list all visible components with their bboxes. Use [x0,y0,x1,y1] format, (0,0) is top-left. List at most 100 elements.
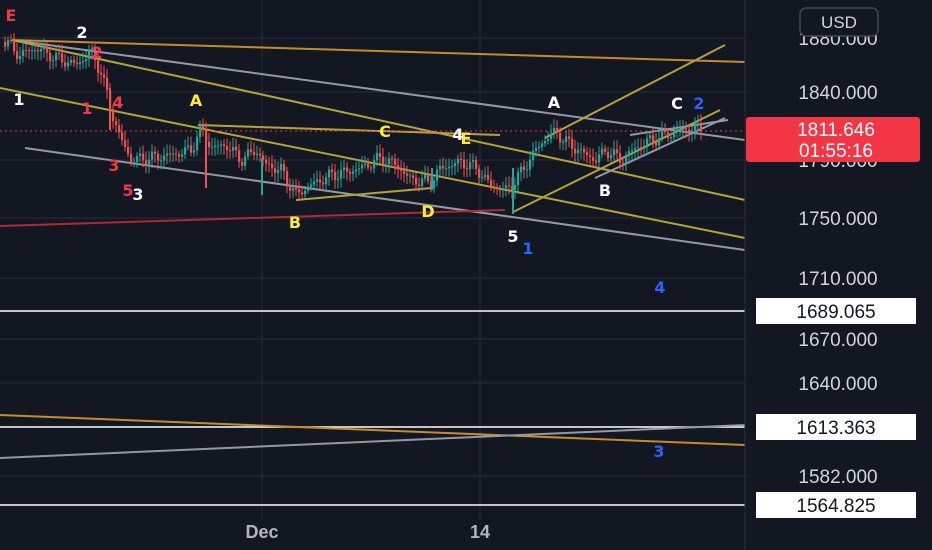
candle-body [256,153,259,156]
candle-body [640,147,643,149]
candle-body [106,77,109,91]
candle-body [301,192,304,195]
candle-body [184,147,187,155]
candle-body [628,151,631,156]
candle-body [610,155,613,159]
candle-body [13,40,16,52]
candle-body [364,163,367,165]
candle-body [220,144,223,146]
wave-label-B: B [289,213,301,232]
candle-body [361,164,364,169]
candle-body [97,60,100,73]
candlestick-chart[interactable]: E221 1 4353ABCDE451ABC 243 1880.0001840.000… [0,0,932,550]
candle-body [157,153,160,161]
candle-body [322,182,325,185]
candle-body [199,123,202,137]
candle-body [181,154,184,157]
candle-body [541,143,544,147]
candle-body [421,178,424,187]
candle-body [538,146,541,149]
candle-body [193,150,196,153]
candle-body [514,185,517,190]
candle-body [670,136,673,139]
candle-body [688,129,691,133]
wave-label-B: B [599,181,611,200]
candle-body [241,161,244,166]
wave-label-C: C [379,122,391,141]
candle-body [439,166,442,170]
candle-body [592,157,595,161]
candle-body [436,169,439,181]
candle-body [529,159,532,170]
candle-body [451,166,454,168]
candle-body [88,51,91,59]
candle-body [448,166,451,169]
chart-container[interactable]: E22114353ABCDE451ABC243 1880.000 1840.000… [0,0,932,550]
candle-body [316,179,319,182]
candle-body [61,53,64,63]
candle-body [259,153,262,156]
candle-body [160,160,163,162]
candle-body [136,156,139,163]
wave-label-A: A [548,93,561,112]
candle-body [334,171,337,180]
candle-body [631,150,634,152]
candle-body [409,175,412,177]
candle-body [130,153,133,163]
candle-body [67,62,70,67]
candle-body [76,62,79,65]
candle-body [466,168,469,170]
candle-body [133,162,136,164]
candle-body [49,52,52,62]
candle-body [166,153,169,156]
candle-body [595,160,598,163]
candle-body [508,185,511,187]
candle-body [271,163,274,169]
candle-body [19,55,22,59]
price-tick-label: 1640.000 [798,374,877,395]
candle-body [37,49,40,52]
candle-body [187,145,190,148]
wave-label-3: 3 [653,442,664,461]
candle-body [208,141,211,148]
candle-body [139,153,142,157]
candle-body [697,123,700,125]
candle-body [238,150,241,162]
candle-body [355,169,358,172]
candle-body [652,135,655,142]
price-tick-label: 1710.000 [798,269,877,290]
candle-body [325,177,328,185]
candle-body [637,147,640,149]
candle-body [358,168,361,170]
candle-body [307,186,310,191]
candle-body [400,169,403,171]
price-tick-label: 1840.000 [798,83,877,104]
current-price-value: 1811.646 [797,120,875,141]
candle-body [247,149,250,157]
candle-body [616,149,619,154]
candle-body [625,155,628,163]
candle-body [547,139,550,141]
candle-body [499,188,502,191]
candle-body [223,144,226,147]
candle-body [502,188,505,191]
candle-body [103,74,106,78]
candle-body [406,173,409,176]
candle-body [244,156,247,166]
candle-body [535,148,538,151]
currency-button[interactable]: USD [799,7,879,37]
candle-body [559,132,562,143]
candle-body [454,163,457,167]
candle-body [418,184,421,187]
candle-body [31,50,34,52]
candle-body [40,49,43,52]
candle-body [649,135,652,139]
candle-body [493,186,496,188]
candle-body [28,50,31,52]
wave-label-D: D [421,202,434,221]
candle-body [118,125,121,133]
price-tick-label: 1670.000 [798,330,877,351]
candle-body [544,140,547,144]
candle-body [412,175,415,178]
candle-body [607,151,610,159]
